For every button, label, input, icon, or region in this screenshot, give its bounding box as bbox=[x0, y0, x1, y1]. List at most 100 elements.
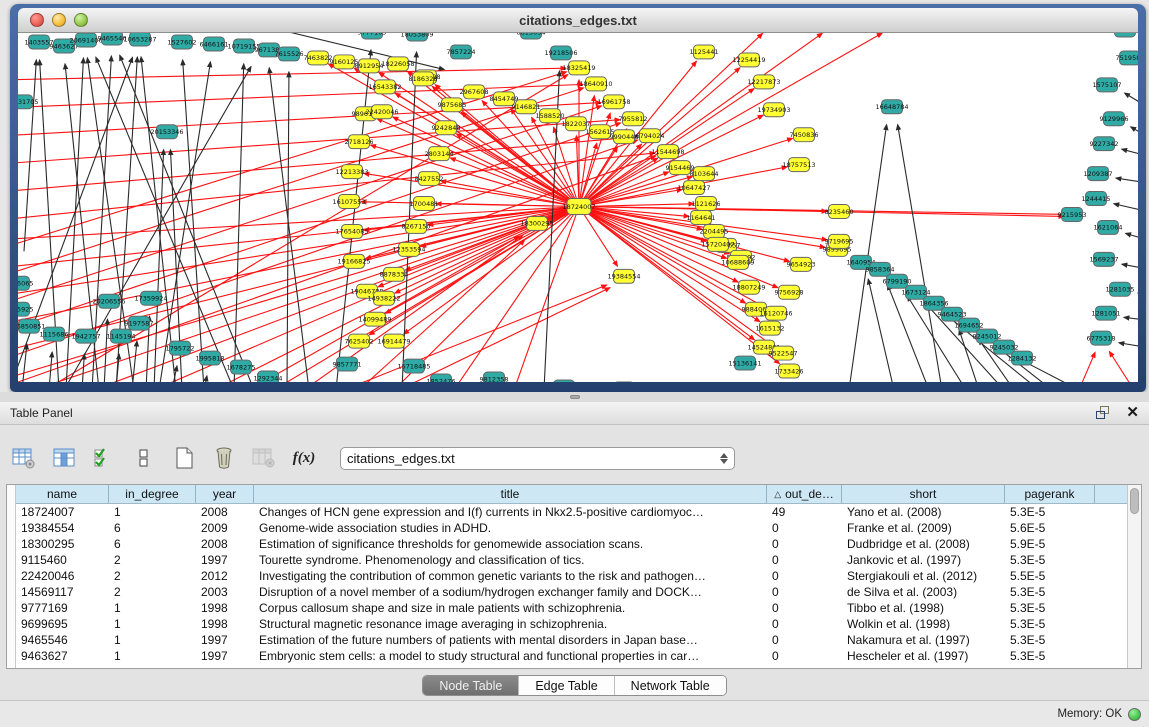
table-cell[interactable]: Disruption of a novel member of a sodium… bbox=[254, 585, 767, 599]
table-cell[interactable]: Tourette syndrome. Phenomenology and cla… bbox=[254, 553, 767, 567]
table-cell[interactable]: 0 bbox=[767, 649, 842, 663]
network-node[interactable]: 1284132 bbox=[1008, 351, 1037, 365]
network-node[interactable]: 1145194 bbox=[107, 329, 136, 343]
network-node[interactable]: 9875685 bbox=[438, 98, 467, 112]
table-cell[interactable]: Tibbo et al. (1998) bbox=[842, 601, 1005, 615]
network-node[interactable]: 1942757 bbox=[72, 329, 101, 343]
table-cell[interactable]: 0 bbox=[767, 537, 842, 551]
table-cell[interactable]: 2008 bbox=[196, 537, 254, 551]
table-cell[interactable]: 9777169 bbox=[16, 601, 109, 615]
network-node[interactable]: 7519581 bbox=[1116, 51, 1138, 65]
network-node[interactable]: 1244415 bbox=[1082, 192, 1111, 206]
column-header-title[interactable]: title bbox=[254, 485, 767, 503]
table-row[interactable]: 1872400712008Changes of HCN gene express… bbox=[16, 504, 1127, 520]
network-node[interactable]: 8813054 bbox=[517, 33, 546, 39]
table-cell[interactable]: 1997 bbox=[196, 633, 254, 647]
network-node[interactable]: 1125441 bbox=[690, 45, 719, 59]
float-panel-icon[interactable] bbox=[1096, 406, 1112, 420]
divider-grip-handle[interactable] bbox=[570, 395, 580, 399]
table-cell[interactable]: 5.6E-5 bbox=[1005, 521, 1095, 535]
network-node[interactable]: 17359924 bbox=[134, 291, 167, 305]
network-node[interactable]: 1588520 bbox=[536, 109, 565, 123]
table-cell[interactable]: 5.3E-5 bbox=[1005, 617, 1095, 631]
table-cell[interactable]: 0 bbox=[767, 585, 842, 599]
table-cell[interactable]: 1998 bbox=[196, 601, 254, 615]
network-node[interactable]: 10653287 bbox=[123, 33, 156, 46]
network-node[interactable]: 8878334 bbox=[380, 267, 409, 281]
table-row[interactable]: 1830029562008Estimation of significance … bbox=[16, 536, 1127, 552]
table-cell[interactable]: 18300295 bbox=[16, 537, 109, 551]
table-cell[interactable]: 1 bbox=[109, 649, 196, 663]
table-cell[interactable]: 0 bbox=[767, 601, 842, 615]
vertical-scrollbar[interactable] bbox=[1127, 485, 1141, 668]
table-cell[interactable]: 2 bbox=[109, 553, 196, 567]
network-node[interactable]: 2204495 bbox=[700, 224, 729, 238]
column-header-pagerank[interactable]: pagerank bbox=[1005, 485, 1095, 503]
column-header-short[interactable]: short bbox=[842, 485, 1005, 503]
network-node[interactable]: 7955812 bbox=[619, 112, 648, 126]
network-node[interactable]: 2803144 bbox=[425, 147, 454, 161]
table-cell[interactable]: 0 bbox=[767, 633, 842, 647]
network-node[interactable]: 8235460 bbox=[825, 205, 854, 219]
table-cell[interactable]: 5.5E-5 bbox=[1005, 569, 1095, 583]
network-node[interactable]: 1795722 bbox=[166, 341, 195, 355]
network-node[interactable]: 9990448 bbox=[610, 130, 639, 144]
table-cell[interactable]: 0 bbox=[767, 569, 842, 583]
network-node[interactable]: 8912954 bbox=[355, 59, 384, 73]
table-cell[interactable]: 1997 bbox=[196, 649, 254, 663]
network-node[interactable]: 7625402 bbox=[345, 334, 374, 348]
network-node[interactable]: 2819415 bbox=[1111, 33, 1138, 37]
table-cell[interactable]: Jankovic et al. (1997) bbox=[842, 553, 1005, 567]
network-node[interactable]: 16914479 bbox=[377, 334, 410, 348]
table-cell[interactable]: 6 bbox=[109, 537, 196, 551]
table-cell[interactable]: 2 bbox=[109, 569, 196, 583]
network-node[interactable]: 1527602 bbox=[168, 35, 197, 49]
network-node[interactable]: 8267150 bbox=[402, 219, 431, 233]
network-node[interactable]: 9719695 bbox=[825, 234, 854, 248]
table-cell[interactable]: Estimation of the future numbers of pati… bbox=[254, 633, 767, 647]
network-node[interactable]: 16648784 bbox=[875, 100, 908, 114]
network-node[interactable]: 9415516 bbox=[550, 380, 579, 382]
new-column-icon[interactable] bbox=[170, 444, 198, 472]
network-node[interactable]: 9465546 bbox=[98, 33, 127, 45]
network-node[interactable]: 19734903 bbox=[757, 103, 790, 117]
network-node[interactable]: 8103644 bbox=[690, 167, 719, 181]
network-node[interactable]: 3915925 bbox=[18, 302, 33, 316]
network-node[interactable]: 1209387 bbox=[1084, 167, 1113, 181]
table-row[interactable]: 969969511998Structural magnetic resonanc… bbox=[16, 616, 1127, 632]
table-mode-icon[interactable] bbox=[10, 444, 38, 472]
table-cell[interactable]: 1998 bbox=[196, 617, 254, 631]
select-attributes-icon[interactable] bbox=[90, 444, 118, 472]
network-node[interactable]: 1115686 bbox=[40, 327, 69, 341]
table-cell[interactable]: Franke et al. (2009) bbox=[842, 521, 1005, 535]
network-node[interactable]: 9129966 bbox=[1100, 112, 1129, 126]
column-header-name[interactable]: name bbox=[16, 485, 109, 503]
network-node[interactable]: 9812358 bbox=[480, 372, 509, 382]
table-cell[interactable]: Estimation of significance thresholds fo… bbox=[254, 537, 767, 551]
network-node[interactable]: 1164641 bbox=[687, 210, 716, 224]
network-node[interactable]: 9215953 bbox=[1058, 208, 1087, 222]
table-row[interactable]: 946362711997Embryonic stem cells: a mode… bbox=[16, 648, 1127, 664]
table-cell[interactable]: 5.9E-5 bbox=[1005, 537, 1095, 551]
table-cell[interactable]: 2003 bbox=[196, 585, 254, 599]
network-node[interactable]: 18053809 bbox=[400, 33, 433, 41]
network-canvas[interactable]: 1403557946362720691406946554610653287152… bbox=[18, 33, 1138, 382]
network-node[interactable]: 8186328 bbox=[409, 72, 438, 86]
table-cell[interactable]: Corpus callosum shape and size in male p… bbox=[254, 601, 767, 615]
network-node[interactable]: 9227342 bbox=[1090, 137, 1119, 151]
zoom-window-button[interactable] bbox=[74, 13, 88, 27]
table-cell[interactable]: Yano et al. (2008) bbox=[842, 505, 1005, 519]
network-node[interactable]: 6466161 bbox=[200, 37, 229, 51]
window-titlebar[interactable]: citations_edges.txt bbox=[18, 8, 1138, 33]
network-node[interactable]: 9756928 bbox=[775, 285, 804, 299]
network-node[interactable]: 1678275 bbox=[227, 360, 256, 374]
network-graph[interactable]: 1403557946362720691406946554610653287152… bbox=[18, 33, 1138, 382]
network-node[interactable]: 1615132 bbox=[756, 321, 785, 335]
table-cell[interactable]: 1 bbox=[109, 633, 196, 647]
network-node[interactable]: 1852476 bbox=[427, 374, 456, 382]
table-cell[interactable]: Nakamura et al. (1997) bbox=[842, 633, 1005, 647]
table-cell[interactable]: 49 bbox=[767, 505, 842, 519]
table-cell[interactable]: 14569117 bbox=[16, 585, 109, 599]
table-cell[interactable]: 2009 bbox=[196, 521, 254, 535]
network-node[interactable]: 1733426 bbox=[775, 364, 804, 378]
